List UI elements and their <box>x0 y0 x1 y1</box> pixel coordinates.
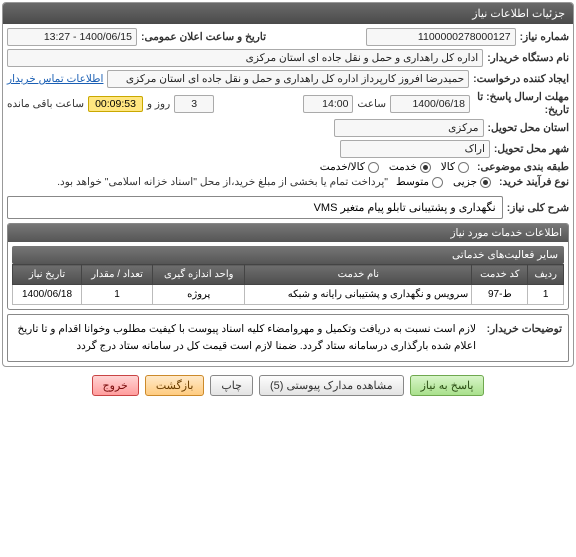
td-qty: 1 <box>82 285 153 305</box>
time-label-1: ساعت <box>357 98 386 110</box>
back-button[interactable]: بازگشت <box>145 375 205 396</box>
deadline-time: 14:00 <box>303 95 353 113</box>
days-label: روز و <box>147 98 170 110</box>
th-name: نام خدمت <box>245 265 472 285</box>
th-code: کد خدمت <box>472 265 528 285</box>
td-code: ط-97 <box>472 285 528 305</box>
subject-class-label: طبقه بندی موضوعی: <box>477 161 569 173</box>
remaining-label: ساعت باقی مانده <box>7 98 84 110</box>
td-date: 1400/06/18 <box>13 285 82 305</box>
buyer-notes-label: توضیحات خریدار: <box>484 321 562 355</box>
panel-body: شماره نیاز: 1100000278000127 تاریخ و ساع… <box>3 24 573 366</box>
province-value: مرکزی <box>334 119 484 137</box>
services-table: ردیف کد خدمت نام خدمت واحد اندازه گیری ت… <box>12 264 564 305</box>
attachments-button[interactable]: مشاهده مدارک پیوستی (5) <box>259 375 404 396</box>
buyer-notes-text: لازم است نسبت به دریافت وتکمیل و مهروامض… <box>14 321 476 355</box>
need-title-value: نگهداری و پشتیبانی تابلو پیام متغیر VMS <box>7 196 503 219</box>
requester-label: ایجاد کننده درخواست: <box>473 73 569 85</box>
td-row: 1 <box>528 285 564 305</box>
subject-class-group: کالا خدمت کالا/خدمت <box>316 161 473 173</box>
buyer-org-label: نام دستگاه خریدار: <box>487 52 569 64</box>
requester-value: حمیدرضا افروز کارپرداز اداره کل راهداری … <box>107 70 469 88</box>
need-title-label: شرح کلی نیاز: <box>507 202 569 214</box>
process-type-group: جزیی متوسط <box>392 176 495 188</box>
need-no-value: 1100000278000127 <box>366 28 516 46</box>
table-row: 1 ط-97 سرویس و نگهداری و پشتیبانی رایانه… <box>13 285 564 305</box>
announce-label: تاریخ و ساعت اعلان عمومی: <box>141 31 266 43</box>
city-label: شهر محل تحویل: <box>494 143 569 155</box>
th-qty: تعداد / مقدار <box>82 265 153 285</box>
services-panel-title: اطلاعات خدمات مورد نیاز <box>8 224 568 242</box>
city-value: اراک <box>340 140 490 158</box>
th-unit: واحد اندازه گیری <box>153 265 245 285</box>
radio-goods[interactable]: کالا <box>437 161 473 173</box>
deadline-date: 1400/06/18 <box>390 95 470 113</box>
respond-button[interactable]: پاسخ به نیاز <box>410 375 485 396</box>
td-unit: پروژه <box>153 285 245 305</box>
th-date: تاریخ نیاز <box>13 265 82 285</box>
process-type-label: نوع فرآیند خرید: <box>499 176 569 188</box>
details-panel: جزئیات اطلاعات نیاز شماره نیاز: 11000002… <box>2 2 574 367</box>
buyer-notes-box: توضیحات خریدار: لازم است نسبت به دریافت … <box>7 314 569 362</box>
announce-value: 1400/06/15 - 13:27 <box>7 28 137 46</box>
process-note: "پرداخت تمام یا بخشی از مبلغ خرید،از محل… <box>7 176 388 188</box>
button-bar: پاسخ به نیاز مشاهده مدارک پیوستی (5) چاپ… <box>0 369 576 402</box>
contact-link[interactable]: اطلاعات تماس خریدار <box>7 73 103 85</box>
activities-header: سایر فعالیت‌های خدماتی <box>12 246 564 264</box>
exit-button[interactable]: خروج <box>92 375 139 396</box>
radio-partial[interactable]: جزیی <box>449 176 495 188</box>
td-name: سرویس و نگهداری و پشتیبانی رایانه و شبکه <box>245 285 472 305</box>
th-row: ردیف <box>528 265 564 285</box>
radio-goods-service[interactable]: کالا/خدمت <box>316 161 383 173</box>
province-label: استان محل تحویل: <box>488 122 569 134</box>
radio-medium[interactable]: متوسط <box>392 176 447 188</box>
need-no-label: شماره نیاز: <box>520 31 569 43</box>
countdown-value: 00:09:53 <box>88 96 143 112</box>
services-panel: اطلاعات خدمات مورد نیاز سایر فعالیت‌های … <box>7 223 569 310</box>
deadline-label: مهلت ارسال پاسخ: تا تاریخ: <box>474 91 569 116</box>
radio-service[interactable]: خدمت <box>385 161 435 173</box>
buyer-org-value: اداره کل راهداری و حمل و نقل جاده ای است… <box>7 49 483 67</box>
days-value: 3 <box>174 95 214 113</box>
panel-title: جزئیات اطلاعات نیاز <box>3 3 573 24</box>
print-button[interactable]: چاپ <box>210 375 253 396</box>
